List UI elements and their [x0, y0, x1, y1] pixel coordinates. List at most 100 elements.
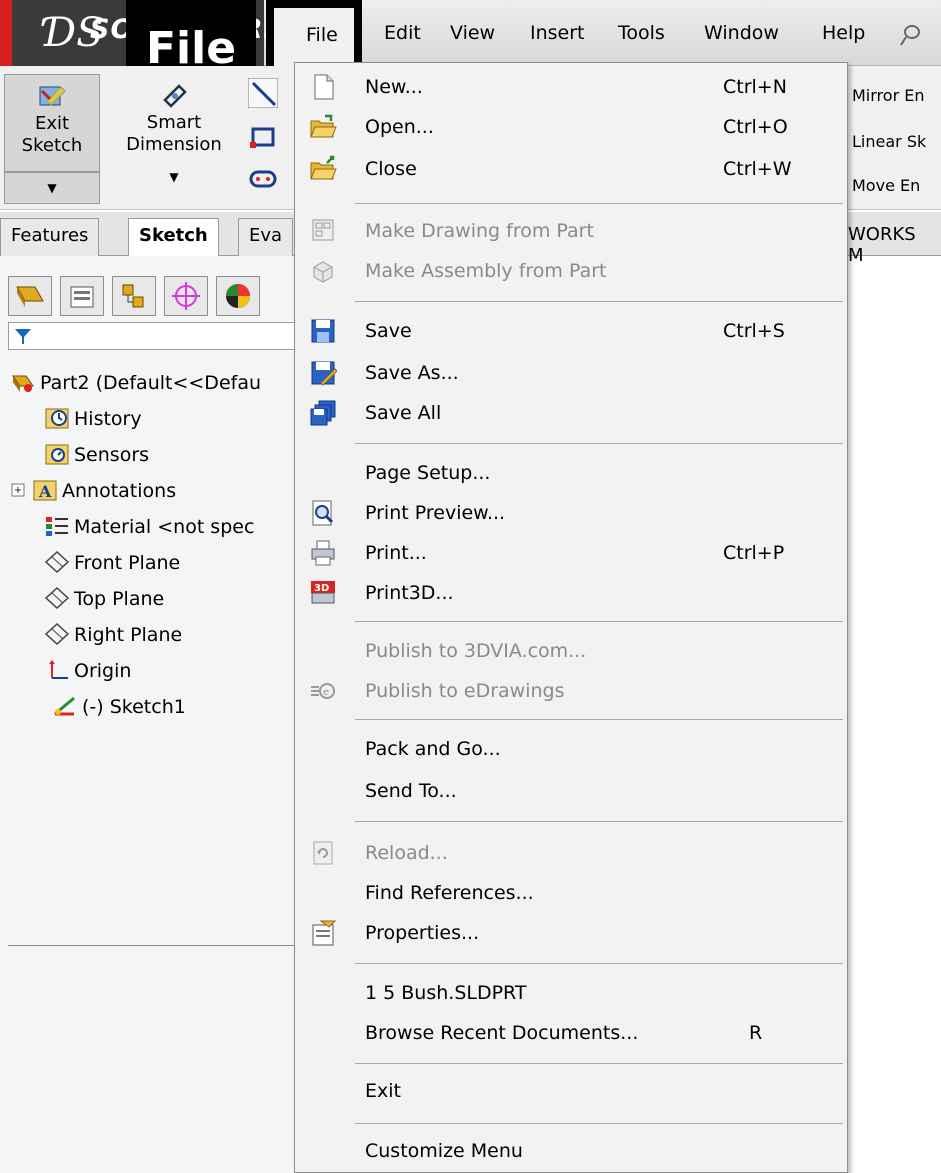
edrawings-icon: e — [311, 683, 335, 699]
menu-separator — [355, 719, 843, 720]
menu-separator — [355, 621, 843, 622]
save-as-label: Save As... — [365, 362, 459, 384]
pack-and-go-label: Pack and Go... — [365, 738, 501, 760]
find-references-label: Find References... — [365, 882, 534, 904]
display-manager-tab[interactable] — [216, 276, 260, 316]
menu-item-save-as[interactable]: Save As... — [295, 355, 847, 393]
menu-item-exit[interactable]: Exit — [295, 1073, 847, 1111]
window-accent-strip — [0, 0, 12, 66]
publish-edrawings-label: Publish to eDrawings — [365, 680, 565, 702]
tab-sketch[interactable]: Sketch — [128, 218, 219, 257]
menu-separator — [355, 1063, 843, 1064]
rectangle-icon[interactable] — [248, 122, 278, 152]
menu-item-save-all[interactable]: Save All — [295, 395, 847, 433]
menu-item-page-setup[interactable]: Page Setup... — [295, 455, 847, 493]
tab-features[interactable]: Features — [0, 218, 100, 256]
move-entities-button[interactable]: Move En — [852, 176, 920, 195]
feature-manager-tab[interactable] — [8, 276, 52, 316]
filter-icon[interactable] — [13, 326, 33, 346]
menu-item-print[interactable]: Print... Ctrl+P — [295, 535, 847, 573]
tab-solidworks-addins[interactable]: WORKS M — [838, 218, 941, 266]
mirror-entities-button[interactable]: Mirror En — [852, 86, 924, 105]
new-shortcut: Ctrl+N — [723, 76, 787, 98]
menu-item-make-drawing[interactable]: Make Drawing from Part — [295, 213, 847, 251]
menu-item-save[interactable]: Save Ctrl+S — [295, 313, 847, 351]
tree-item-part[interactable]: Part2 (Default<<Defau — [10, 370, 261, 396]
menu-edit[interactable]: Edit — [384, 20, 421, 46]
tree-item-right-plane[interactable]: Right Plane — [44, 622, 182, 648]
menu-tools[interactable]: Tools — [618, 20, 665, 46]
svg-text:A: A — [38, 482, 52, 501]
menu-item-send-to[interactable]: Send To... — [295, 773, 847, 811]
new-label: New... — [365, 76, 423, 98]
open-label: Open... — [365, 116, 434, 138]
manager-tab-strip — [8, 276, 294, 316]
recent-file-label: 1 5 Bush.SLDPRT — [365, 982, 527, 1004]
property-manager-tab[interactable] — [60, 276, 104, 316]
menu-insert[interactable]: Insert — [530, 20, 585, 46]
dimxpert-manager-tab[interactable] — [164, 276, 208, 316]
display-manager-icon — [226, 284, 250, 308]
menu-separator — [355, 443, 843, 444]
exit-sketch-dropdown-arrow[interactable]: ▼ — [4, 172, 100, 204]
browse-recent-label: Browse Recent Documents... — [365, 1022, 639, 1044]
tree-item-front-plane[interactable]: Front Plane — [44, 550, 180, 576]
tree-item-origin[interactable]: Origin — [44, 658, 131, 684]
rollback-bar[interactable] — [8, 945, 296, 946]
tree-item-sketch1[interactable]: (-) Sketch1 — [52, 694, 186, 720]
properties-label: Properties... — [365, 922, 480, 944]
tab-evaluate[interactable]: Eva — [238, 218, 294, 256]
front-plane-icon — [44, 550, 70, 574]
tree-item-annotations[interactable]: A Annotations — [10, 478, 176, 504]
menu-item-close[interactable]: Close Ctrl+W — [295, 151, 847, 189]
tree-item-sensors[interactable]: Sensors — [44, 442, 149, 468]
menu-item-find-references[interactable]: Find References... — [295, 875, 847, 913]
menu-help[interactable]: Help — [822, 20, 865, 46]
menu-item-customize-menu[interactable]: Customize Menu — [295, 1133, 847, 1171]
origin-label: Origin — [74, 660, 132, 682]
close-shortcut: Ctrl+W — [723, 158, 792, 180]
top-plane-icon — [44, 586, 70, 610]
menu-item-print3d[interactable]: 3D Print3D... — [295, 575, 847, 613]
menu-item-pack-and-go[interactable]: Pack and Go... — [295, 731, 847, 769]
smart-dimension-icon — [163, 84, 187, 108]
menu-item-browse-recent[interactable]: Browse Recent Documents... R — [295, 1015, 847, 1053]
configuration-manager-tab[interactable] — [112, 276, 156, 316]
sensors-label: Sensors — [74, 444, 150, 466]
linear-sketch-pattern-button[interactable]: Linear Sk — [852, 132, 926, 151]
smart-dimension-dropdown-arrow[interactable]: ▼ — [108, 166, 240, 188]
slot-icon[interactable] — [248, 164, 278, 194]
menu-window[interactable]: Window — [704, 20, 779, 46]
tree-item-top-plane[interactable]: Top Plane — [44, 586, 164, 612]
menu-view[interactable]: View — [450, 20, 495, 46]
menu-item-reload[interactable]: Reload... — [295, 835, 847, 873]
annotations-icon: A — [33, 480, 57, 501]
exit-sketch-button[interactable]: Exit Sketch — [4, 74, 100, 172]
menu-separator — [355, 963, 843, 964]
line-icon[interactable] — [248, 78, 278, 108]
right-plane-icon — [44, 622, 70, 646]
tree-item-history[interactable]: History — [44, 406, 142, 432]
make-assembly-label: Make Assembly from Part — [365, 260, 607, 282]
save-icon — [311, 319, 335, 343]
print3d-label: Print3D... — [365, 582, 454, 604]
configuration-manager-icon — [122, 284, 144, 308]
menu-item-print-preview[interactable]: Print Preview... — [295, 495, 847, 533]
menu-item-publish-3dvia[interactable]: Publish to 3DVIA.com... — [295, 633, 847, 671]
tree-item-material[interactable]: Material <not spec — [44, 514, 254, 540]
menu-item-open[interactable]: Open... Ctrl+O — [295, 109, 847, 147]
save-all-icon — [310, 400, 336, 426]
properties-icon — [312, 920, 337, 946]
pushpin-icon[interactable] — [898, 22, 924, 48]
menu-item-new[interactable]: New... Ctrl+N — [295, 69, 847, 107]
menu-item-publish-edrawings[interactable]: e Publish to eDrawings — [295, 673, 847, 711]
tree-filter-bar[interactable] — [8, 322, 296, 350]
smart-dimension-button[interactable]: Smart Dimension ▼ — [108, 74, 240, 204]
menu-item-make-assembly[interactable]: Make Assembly from Part — [295, 253, 847, 291]
sketch-icon — [54, 696, 75, 716]
browse-recent-shortcut: R — [749, 1022, 763, 1044]
menu-item-properties[interactable]: Properties... — [295, 915, 847, 953]
expand-plus-icon[interactable] — [10, 478, 28, 502]
menu-item-recent-file[interactable]: 1 5 Bush.SLDPRT — [295, 975, 847, 1013]
sensors-icon — [45, 444, 69, 465]
